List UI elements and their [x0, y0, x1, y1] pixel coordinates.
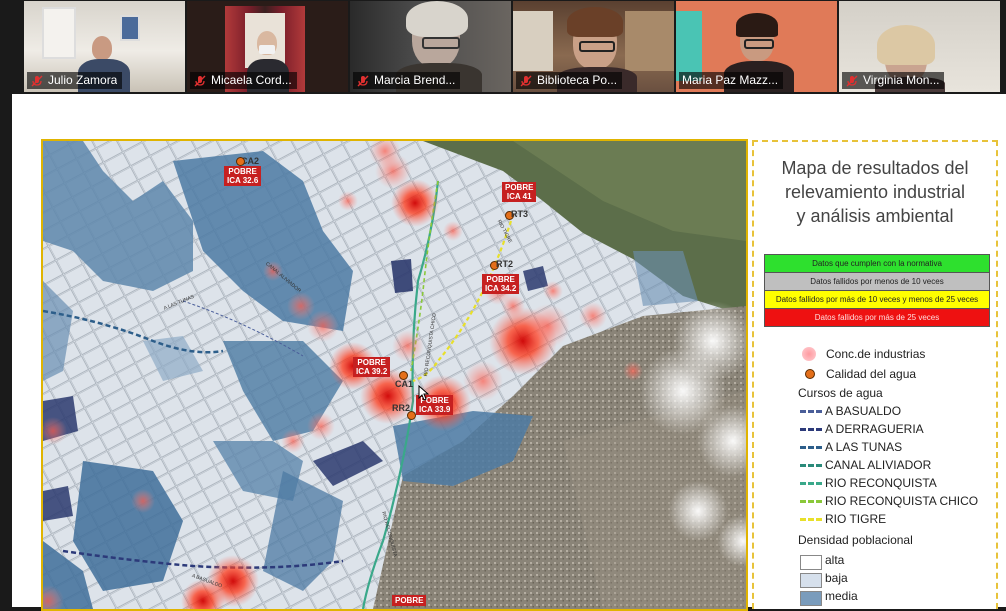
legend-curso-item: CANAL ALIVIADOR [825, 458, 932, 472]
mouse-cursor-icon [418, 385, 430, 401]
station-tag: CA1 [395, 379, 414, 389]
station-tag: RT3 [511, 209, 529, 219]
station-label[interactable]: POBRE [392, 595, 427, 606]
participant-tile[interactable]: Virginia Mon... [839, 1, 1000, 92]
station-label[interactable]: POBRE ICA 34.2 [482, 274, 520, 294]
station-label[interactable]: POBRE ICA 32.6 [224, 166, 262, 186]
participant-name: Virginia Mon... [863, 73, 940, 87]
participant-name: Marcia Brend... [374, 73, 456, 87]
participant-strip: Julio Zamora Micaela Cord... Marcia Bren… [0, 0, 1006, 94]
legend-curso-item: RIO TIGRE [825, 512, 887, 526]
legend-densidad-item: alta [825, 553, 845, 567]
participant-name-bar: Virginia Mon... [842, 72, 945, 89]
participant-name-bar: Julio Zamora [27, 72, 123, 89]
participant-name: Micaela Cord... [211, 73, 292, 87]
participant-tile-active-speaker[interactable]: Maria Paz Mazz... [676, 1, 837, 92]
legend-title: Mapa de resultados del relevamiento indu… [781, 158, 969, 226]
participant-name-bar: Marcia Brend... [353, 72, 461, 89]
legend-densidad-title: Densidad poblacional [798, 533, 913, 547]
muted-mic-icon [193, 75, 207, 87]
water-quality-icon [805, 369, 815, 379]
station-tag: RT2 [496, 259, 514, 269]
stream-line-icon [800, 482, 822, 485]
participant-name-bar: Micaela Cord... [190, 72, 297, 89]
participant-tile[interactable]: Micaela Cord... [187, 1, 348, 92]
legend-curso-item: A DERRAGUERIA [825, 422, 924, 436]
legend-densidad-item: media [825, 589, 858, 603]
legend-cursos-title: Cursos de agua [798, 386, 883, 400]
stream-line-icon [800, 410, 822, 413]
participant-name: Biblioteca Po... [537, 73, 618, 87]
participant-name: Maria Paz Mazz... [682, 73, 779, 87]
legend-row-red: Datos fallidos por más de 25 veces [765, 309, 989, 326]
map-view[interactable]: CA2 POBRE ICA 32.6 POBRE ICA 41 RT3 RT2 PO… [41, 139, 748, 611]
water-quality-point[interactable] [236, 157, 245, 166]
participant-name-bar: Biblioteca Po... [516, 72, 623, 89]
muted-mic-icon [519, 75, 533, 87]
legend-calidad: Calidad del agua [826, 367, 917, 381]
stream-line-icon [800, 500, 822, 503]
station-label[interactable]: POBRE ICA 39.2 [353, 357, 391, 377]
legend-curso-item: A BASUALDO [825, 404, 902, 418]
stream-line-icon [800, 518, 822, 521]
stream-line-icon [800, 446, 822, 449]
map-canvas [43, 141, 746, 609]
participant-name-bar: Maria Paz Mazz... [679, 72, 784, 89]
stream-line-icon [800, 464, 822, 467]
legend-densidad-item: baja [825, 571, 848, 585]
shared-screen: CA2 POBRE ICA 32.6 POBRE ICA 41 RT3 RT2 PO… [12, 94, 1006, 611]
legend-row-gray: Datos fallidos por menos de 10 veces [765, 273, 989, 291]
water-quality-point[interactable] [407, 411, 416, 420]
legend-curso-item: RIO RECONQUISTA CHICO [825, 494, 979, 508]
participant-tile[interactable]: Biblioteca Po... [513, 1, 674, 92]
participant-tile[interactable]: Marcia Brend... [350, 1, 511, 92]
station-label[interactable]: POBRE ICA 41 [502, 182, 537, 202]
density-swatch [800, 555, 822, 570]
legend-curso-item: RIO RECONQUISTA [825, 476, 937, 490]
legend-curso-item: A LAS TUNAS [825, 440, 903, 454]
participant-tile[interactable]: Julio Zamora [24, 1, 185, 92]
legend-row-yellow: Datos fallidos por más de 10 veces y men… [765, 291, 989, 309]
density-swatch [800, 573, 822, 588]
legend-data-table: Datos que cumplen con la normativa Datos… [764, 254, 990, 327]
muted-mic-icon [30, 75, 44, 87]
stream-line-icon [800, 428, 822, 431]
participant-name: Julio Zamora [48, 73, 118, 87]
legend-industrias: Conc.de industrias [826, 347, 926, 361]
legend-row-green: Datos que cumplen con la normativa [765, 255, 989, 273]
density-swatch [800, 591, 822, 606]
map-legend: Mapa de resultados del relevamiento indu… [752, 140, 998, 609]
industry-concentration-icon [802, 347, 816, 361]
muted-mic-icon [845, 75, 859, 87]
muted-mic-icon [356, 75, 370, 87]
